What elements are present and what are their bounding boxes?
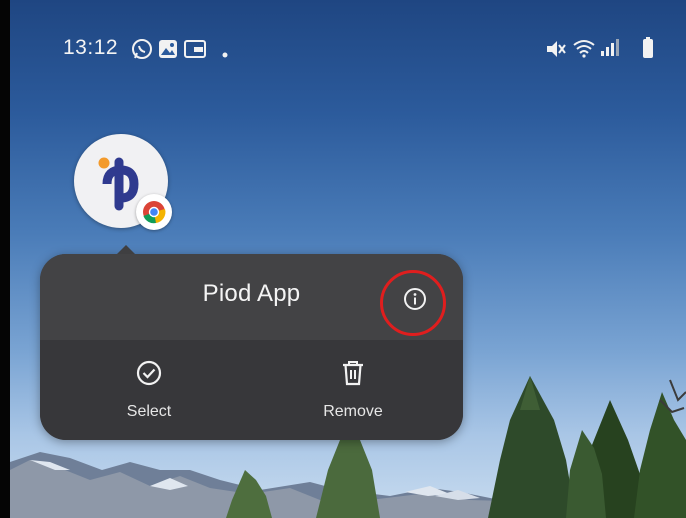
battery-icon: [642, 37, 654, 64]
status-bar: 13:12: [10, 28, 686, 68]
screen-bezel: [0, 0, 10, 518]
mute-icon: [546, 40, 566, 63]
wallet-icon: [184, 40, 206, 63]
wifi-icon: [572, 38, 596, 63]
signal-icon: [600, 39, 620, 62]
select-label: Select: [126, 403, 172, 420]
trash-icon: [338, 358, 368, 393]
app-context-menu: Piod App Select Remove: [40, 245, 463, 440]
remove-button[interactable]: Remove: [293, 354, 413, 430]
dot-icon: [222, 45, 228, 63]
remove-label: Remove: [323, 403, 383, 420]
status-time: 13:12: [63, 36, 119, 59]
whatsapp-icon: [131, 38, 153, 65]
gallery-icon: [158, 39, 178, 64]
check-circle-icon: [134, 358, 164, 393]
menu-actions: Select Remove: [40, 340, 463, 440]
home-screen: 13:12 Piod App Select Remove: [0, 0, 686, 518]
app-info-button[interactable]: [387, 276, 443, 332]
chrome-icon: [136, 194, 172, 230]
piod-app-icon[interactable]: [74, 134, 172, 230]
menu-header: Piod App: [40, 254, 463, 340]
info-icon: [404, 288, 426, 310]
select-button[interactable]: Select: [89, 354, 209, 430]
